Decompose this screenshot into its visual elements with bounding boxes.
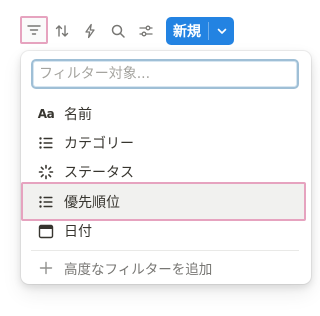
menu-divider xyxy=(31,250,299,251)
filter-option-label: カテゴリー xyxy=(64,135,134,152)
automation-button[interactable] xyxy=(79,20,101,42)
text-property-icon: Aa xyxy=(37,106,55,121)
list-icon xyxy=(37,134,55,152)
add-advanced-filter-button[interactable]: 高度なフィルターを追加 xyxy=(21,253,311,282)
chevron-down-icon xyxy=(217,28,226,34)
calendar-icon xyxy=(37,222,55,240)
new-dropdown-toggle[interactable] xyxy=(209,17,234,45)
filter-option-date[interactable]: 日付 xyxy=(21,216,311,245)
toolbar: 新規 xyxy=(0,0,314,56)
filter-search-box[interactable] xyxy=(31,59,299,89)
filter-option-label: ステータス xyxy=(64,164,134,181)
sort-button[interactable] xyxy=(51,20,73,42)
filter-dropdown: Aa 名前 カテゴリー ステータス 優先順位 日付 高度なフィルターを追加 xyxy=(21,51,311,284)
settings-sliders-icon xyxy=(139,25,153,37)
sort-icon xyxy=(55,25,69,37)
add-advanced-filter-label: 高度なフィルターを追加 xyxy=(64,261,213,278)
search-button[interactable] xyxy=(107,20,129,42)
search-icon xyxy=(111,24,125,38)
filter-button[interactable] xyxy=(20,16,48,44)
filter-search-input[interactable] xyxy=(33,61,297,87)
filter-option-name[interactable]: Aa 名前 xyxy=(21,99,311,128)
list-icon xyxy=(37,193,55,211)
new-button-label[interactable]: 新規 xyxy=(166,17,208,45)
plus-icon xyxy=(37,259,55,277)
filter-option-label: 優先順位 xyxy=(64,194,120,211)
filter-option-label: 日付 xyxy=(64,223,92,240)
lightning-icon xyxy=(85,23,95,39)
settings-button[interactable] xyxy=(135,20,157,42)
filter-option-category[interactable]: カテゴリー xyxy=(21,128,311,157)
new-button[interactable]: 新規 xyxy=(166,17,234,45)
status-icon xyxy=(37,163,55,181)
filter-option-label: 名前 xyxy=(64,106,92,123)
filter-icon xyxy=(27,25,41,35)
